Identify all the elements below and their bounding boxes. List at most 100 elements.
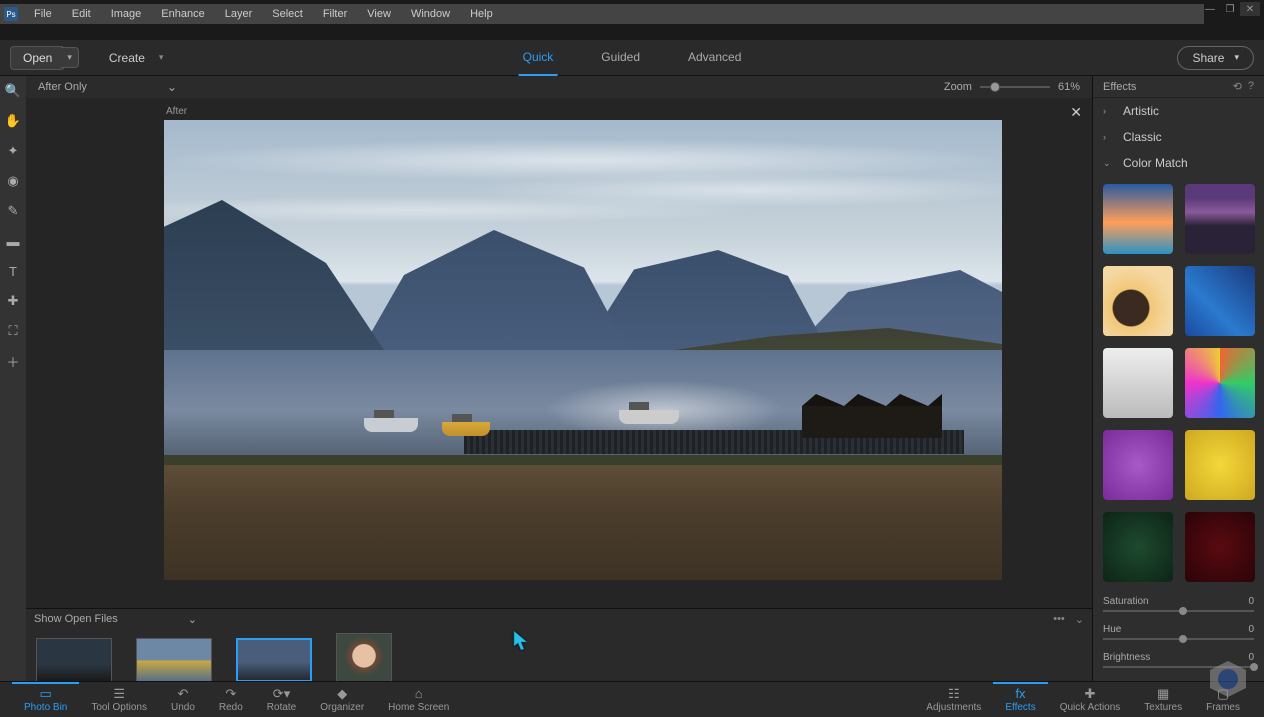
effect-thumb-8[interactable] xyxy=(1185,430,1255,500)
photo-bin-dropdown[interactable]: Show Open Files xyxy=(34,613,197,626)
quick-actions-button[interactable]: ✚ Quick Actions xyxy=(1048,686,1133,713)
open-button[interactable]: Open xyxy=(10,46,65,70)
effects-title: Effects xyxy=(1103,81,1136,93)
spot-heal-tool-icon[interactable]: ✚ xyxy=(4,292,22,310)
bin-collapse-icon[interactable]: ⌄ xyxy=(1075,613,1084,626)
bin-thumb-4[interactable] xyxy=(336,633,392,687)
brightness-label: Brightness xyxy=(1103,652,1150,663)
effects-button[interactable]: fx Effects xyxy=(993,682,1047,713)
chevron-right-icon: › xyxy=(1103,106,1113,116)
rotate-button[interactable]: ⟳▾ Rotate xyxy=(255,686,308,713)
saturation-value: 0 xyxy=(1248,596,1254,607)
effects-icon: fx xyxy=(1015,686,1025,701)
undo-button[interactable]: ↶ Undo xyxy=(159,686,207,713)
category-artistic[interactable]: › Artistic xyxy=(1093,98,1264,124)
adjustments-button[interactable]: ☷ Adjustments xyxy=(914,686,993,713)
main-area: 🔍 ✋ ✦ ◉ ✎ ▬ T ✚ ⛶ ＋ After Only Zoom 61% … xyxy=(0,76,1264,696)
effect-thumb-6[interactable] xyxy=(1185,348,1255,418)
hue-value: 0 xyxy=(1248,624,1254,635)
quick-actions-icon: ✚ xyxy=(1085,686,1096,701)
effect-thumb-4[interactable] xyxy=(1185,266,1255,336)
photo-bin-button[interactable]: ▭ Photo Bin xyxy=(12,682,79,713)
effect-thumb-1[interactable] xyxy=(1103,184,1173,254)
crop-tool-icon[interactable]: ⛶ xyxy=(4,322,22,340)
close-document-button[interactable]: ✕ xyxy=(1070,104,1082,121)
effect-thumb-7[interactable] xyxy=(1103,430,1173,500)
effect-thumb-5[interactable] xyxy=(1103,348,1173,418)
hue-slider[interactable] xyxy=(1103,638,1254,640)
tab-advanced[interactable]: Advanced xyxy=(684,40,745,76)
effect-thumb-2[interactable] xyxy=(1185,184,1255,254)
redo-button[interactable]: ↷ Redo xyxy=(207,686,255,713)
menu-file[interactable]: File xyxy=(24,8,62,20)
redo-icon: ↷ xyxy=(225,686,236,701)
type-tool-icon[interactable]: T xyxy=(4,262,22,280)
action-bar: Open ▾ Create Quick Guided Advanced Shar… xyxy=(0,40,1264,76)
organizer-button[interactable]: ◆ Organizer xyxy=(308,686,376,713)
home-screen-button[interactable]: ⌂ Home Screen xyxy=(376,686,461,713)
zoom-slider[interactable] xyxy=(980,86,1050,88)
menu-view[interactable]: View xyxy=(357,8,401,20)
canvas-body: After ✕ xyxy=(26,98,1092,608)
zoom-tool-icon[interactable]: 🔍 xyxy=(4,82,22,100)
menu-layer[interactable]: Layer xyxy=(215,8,263,20)
straighten-tool-icon[interactable]: ▬ xyxy=(4,232,22,250)
category-classic-label: Classic xyxy=(1123,130,1162,144)
category-artistic-label: Artistic xyxy=(1123,104,1159,118)
chevron-down-icon: ⌄ xyxy=(1103,158,1113,169)
zoom-control: Zoom 61% xyxy=(944,81,1080,93)
quick-select-tool-icon[interactable]: ✦ xyxy=(4,142,22,160)
open-dropdown-button[interactable]: ▾ xyxy=(61,47,79,68)
category-classic[interactable]: › Classic xyxy=(1093,124,1264,150)
left-toolbar: 🔍 ✋ ✦ ◉ ✎ ▬ T ✚ ⛶ ＋ xyxy=(0,76,26,696)
panel-help-icon[interactable]: ? xyxy=(1248,80,1254,93)
saturation-slider[interactable] xyxy=(1103,610,1254,612)
bin-menu-icon[interactable]: ••• xyxy=(1053,613,1065,626)
app-logo-icon: Ps xyxy=(4,7,18,21)
document-canvas[interactable] xyxy=(164,120,1002,580)
rotate-icon: ⟳▾ xyxy=(273,686,290,701)
move-tool-icon[interactable]: ＋ xyxy=(4,352,22,370)
after-label: After xyxy=(166,106,187,117)
create-button[interactable]: Create xyxy=(99,47,174,69)
effect-thumbnails xyxy=(1093,176,1264,590)
effect-thumb-3[interactable] xyxy=(1103,266,1173,336)
menu-select[interactable]: Select xyxy=(262,8,313,20)
home-icon: ⌂ xyxy=(415,686,423,701)
effects-panel-header: Effects ⟲ ? xyxy=(1093,76,1264,98)
menu-image[interactable]: Image xyxy=(101,8,152,20)
window-close-button[interactable]: ✕ xyxy=(1240,2,1260,16)
window-maximize-button[interactable]: ❐ xyxy=(1220,2,1240,16)
menubar: Ps File Edit Image Enhance Layer Select … xyxy=(0,4,1204,24)
canvas-area: After Only Zoom 61% After ✕ xyxy=(26,76,1092,696)
tab-quick[interactable]: Quick xyxy=(519,40,558,76)
whiten-teeth-tool-icon[interactable]: ✎ xyxy=(4,202,22,220)
share-button[interactable]: Share xyxy=(1177,46,1254,70)
brightness-value: 0 xyxy=(1248,652,1254,663)
textures-button[interactable]: ▦ Textures xyxy=(1132,686,1194,713)
bin-thumb-2[interactable] xyxy=(136,638,212,682)
effect-thumb-9[interactable] xyxy=(1103,512,1173,582)
menu-edit[interactable]: Edit xyxy=(62,8,101,20)
zoom-value: 61% xyxy=(1058,81,1080,93)
bin-thumb-3[interactable] xyxy=(236,638,312,682)
mode-tabs: Quick Guided Advanced xyxy=(519,40,746,76)
menu-filter[interactable]: Filter xyxy=(313,8,357,20)
hand-tool-icon[interactable]: ✋ xyxy=(4,112,22,130)
view-mode-dropdown[interactable]: After Only xyxy=(38,80,177,94)
category-color-match[interactable]: ⌄ Color Match xyxy=(1093,150,1264,176)
category-colormatch-label: Color Match xyxy=(1123,156,1188,170)
effect-thumb-10[interactable] xyxy=(1185,512,1255,582)
hue-label: Hue xyxy=(1103,624,1121,635)
bottom-bar: ▭ Photo Bin ☰ Tool Options ↶ Undo ↷ Redo… xyxy=(0,681,1264,717)
tab-guided[interactable]: Guided xyxy=(597,40,644,76)
panel-reset-icon[interactable]: ⟲ xyxy=(1233,80,1242,93)
menu-help[interactable]: Help xyxy=(460,8,503,20)
redeye-tool-icon[interactable]: ◉ xyxy=(4,172,22,190)
organizer-icon: ◆ xyxy=(337,686,347,701)
menu-enhance[interactable]: Enhance xyxy=(151,8,214,20)
bin-thumb-1[interactable] xyxy=(36,638,112,682)
menu-window[interactable]: Window xyxy=(401,8,460,20)
canvas-header: After Only Zoom 61% xyxy=(26,76,1092,98)
tool-options-button[interactable]: ☰ Tool Options xyxy=(79,686,159,713)
